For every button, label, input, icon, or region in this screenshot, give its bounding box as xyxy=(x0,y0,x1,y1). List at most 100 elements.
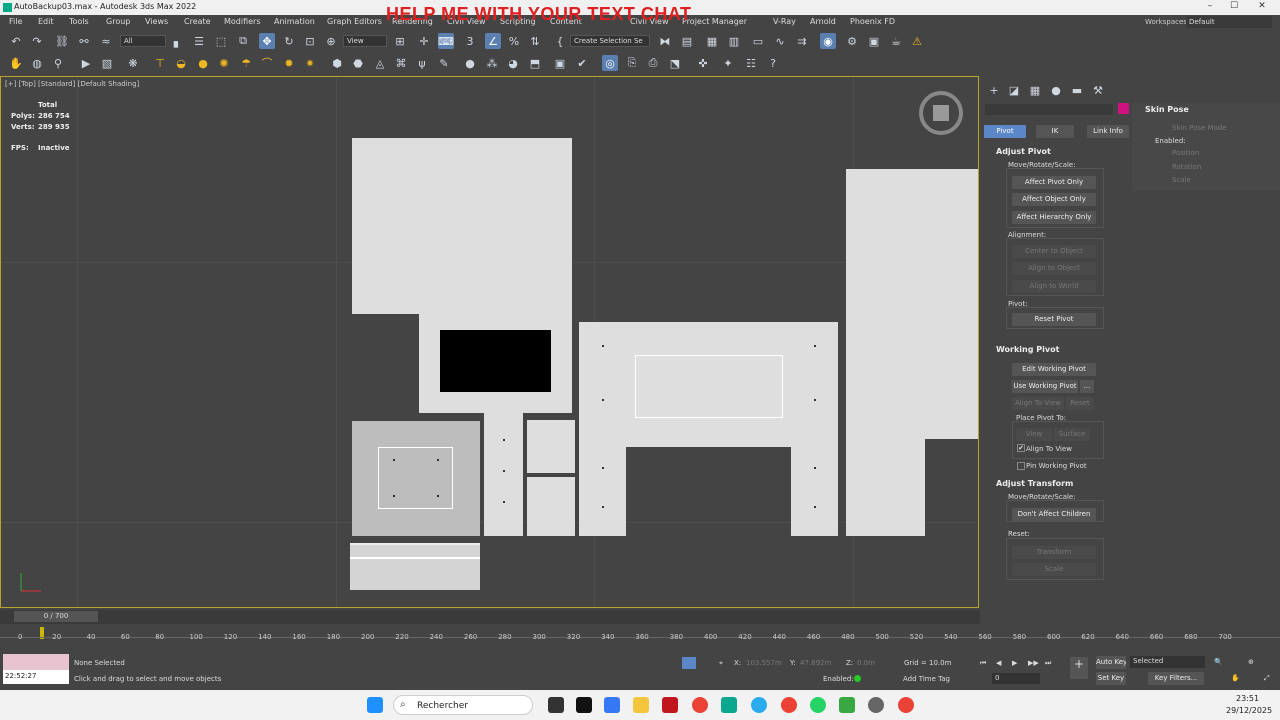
chrome-icon-3[interactable] xyxy=(898,697,914,713)
bind-space-warp-icon[interactable]: ≈ xyxy=(98,33,114,49)
viewcube[interactable] xyxy=(919,91,963,135)
menu-arnold[interactable]: Arnold xyxy=(810,17,836,26)
toggle-scene-explorer-icon[interactable]: ▦ xyxy=(704,33,720,49)
render-setup-icon[interactable]: ⚙ xyxy=(844,33,860,49)
align-to-view-checkbox[interactable]: ✔ xyxy=(1017,444,1025,452)
menu-tools[interactable]: Tools xyxy=(69,17,89,26)
ies-light-icon[interactable]: ✺ xyxy=(216,55,232,71)
window-crossing-icon[interactable]: ⧉ xyxy=(235,33,251,49)
taskbar-search[interactable]: ⌕ Rechercher xyxy=(393,695,533,715)
keyboard-shortcut-override-icon[interactable]: ⌨ xyxy=(438,33,454,49)
play-icon[interactable]: ▶ xyxy=(1012,659,1017,667)
named-selection-dropdown[interactable]: Create Selection Se xyxy=(570,35,650,47)
display-tab-icon[interactable]: ▬ xyxy=(1070,84,1084,98)
rect-selection-icon[interactable]: ⬚ xyxy=(213,33,229,49)
scene-object[interactable] xyxy=(527,477,575,536)
app-icon-2[interactable] xyxy=(839,697,855,713)
menu-file[interactable]: File xyxy=(9,17,22,26)
vray-light-icon[interactable]: ⊤ xyxy=(152,55,168,71)
menu-phoenix-fd[interactable]: Phoenix FD xyxy=(850,17,895,26)
layer-explorer-icon[interactable]: ▥ xyxy=(726,33,742,49)
scene-object[interactable] xyxy=(350,543,480,590)
menu-vray[interactable]: V-Ray xyxy=(773,17,796,26)
align-to-view-button[interactable]: Align To View xyxy=(1012,397,1064,410)
curve-editor-icon[interactable]: ∿ xyxy=(772,33,788,49)
maximize-button[interactable]: ☐ xyxy=(1224,1,1244,14)
vray-mtl-icon[interactable]: ◕ xyxy=(505,55,521,71)
menu-edit[interactable]: Edit xyxy=(38,17,54,26)
task-view-icon[interactable] xyxy=(548,697,564,713)
maximize-viewport-icon[interactable]: ⤢ xyxy=(1264,674,1270,683)
place-view-button[interactable]: View xyxy=(1016,428,1052,441)
utilities-tab-icon[interactable]: ⚒ xyxy=(1091,84,1105,98)
z-value[interactable]: 0.0m xyxy=(857,659,875,667)
object-color-swatch[interactable] xyxy=(1118,103,1129,114)
vray-bitmap-icon[interactable]: ▣ xyxy=(552,55,568,71)
menu-views[interactable]: Views xyxy=(145,17,168,26)
whatsapp-icon[interactable] xyxy=(810,697,826,713)
next-frame-icon[interactable]: ▶▶ xyxy=(1028,659,1039,667)
maxscript-time[interactable]: 22:52:27 xyxy=(3,670,69,684)
scene-object-dark[interactable] xyxy=(440,330,551,392)
vray-vfb-icon[interactable]: ◎ xyxy=(602,55,618,71)
undo-icon[interactable]: ↶ xyxy=(8,33,24,49)
scene-object-outline[interactable] xyxy=(635,355,783,418)
material-editor-icon[interactable]: ◉ xyxy=(820,33,836,49)
vray-decal-icon[interactable]: ⌘ xyxy=(393,55,409,71)
modify-tab-icon[interactable]: ◪ xyxy=(1007,84,1021,98)
vray-plane-icon[interactable]: ◬ xyxy=(372,55,388,71)
vray-scatter-icon[interactable]: ψ xyxy=(414,55,430,71)
top-viewport[interactable]: [+] [Top] [Standard] [Default Shading] T… xyxy=(0,76,979,608)
set-key-icon[interactable]: + xyxy=(1070,657,1088,679)
reset-pivot-button[interactable]: Reset Pivot xyxy=(1012,313,1096,326)
pivot-center-icon[interactable]: ⊞ xyxy=(392,33,408,49)
align-icon[interactable]: ▤ xyxy=(679,33,695,49)
scene-object[interactable] xyxy=(352,138,572,314)
reset-scale-button[interactable]: Scale xyxy=(1012,563,1096,576)
scene-object[interactable] xyxy=(484,412,523,536)
angle-snap-icon[interactable]: ∠ xyxy=(485,33,501,49)
vray-settings-icon[interactable]: ❋ xyxy=(125,55,141,71)
workspaces-dropdown[interactable]: Default xyxy=(1186,16,1272,28)
vray-sphere-icon[interactable]: ● xyxy=(462,55,478,71)
affect-pivot-only-button[interactable]: Affect Pivot Only xyxy=(1012,176,1096,189)
material-library-icon[interactable]: ⁂ xyxy=(484,55,500,71)
link-icon[interactable]: ⛓ xyxy=(54,33,70,49)
track-bar[interactable]: 0 20 40 60 80 100 120 140 160 180 200 220 240 260 280 3… xyxy=(0,624,1280,652)
clock-date[interactable]: 29/12/2025 xyxy=(1226,706,1272,715)
menu-graph-editors[interactable]: Graph Editors xyxy=(327,17,382,26)
working-pivot-reset-button[interactable]: Reset xyxy=(1066,397,1094,410)
vray-render-icon[interactable]: ▶ xyxy=(78,55,94,71)
redo-icon[interactable]: ↷ xyxy=(29,33,45,49)
render-production-icon[interactable]: ☕ xyxy=(888,33,904,49)
vray-sun-icon[interactable]: ⌒ xyxy=(259,55,275,71)
chrome-icon-2[interactable] xyxy=(781,697,797,713)
scene-object[interactable] xyxy=(846,169,978,439)
isolate-selection-icon[interactable] xyxy=(682,657,696,669)
zoom-extents-icon[interactable]: ⊕ xyxy=(1248,658,1254,666)
ik-tab[interactable]: IK xyxy=(1036,125,1074,138)
skin-pose-title[interactable]: Skin Pose xyxy=(1145,105,1189,114)
3dsmax-icon[interactable] xyxy=(721,697,737,713)
edit-named-selection-icon[interactable]: { xyxy=(552,33,568,49)
working-pivot-options-button[interactable]: ... xyxy=(1080,380,1094,393)
current-frame-field[interactable]: 0 xyxy=(992,673,1040,684)
key-selection-dropdown[interactable]: Selected xyxy=(1130,656,1205,668)
warning-icon[interactable]: ⚠ xyxy=(909,33,925,49)
vray-proxy-icon[interactable]: ⬢ xyxy=(329,55,345,71)
vray-mtl-wrapper-icon[interactable]: ⬒ xyxy=(527,55,543,71)
pan-icon[interactable]: ✋ xyxy=(1231,674,1240,682)
key-filters-button[interactable]: Key Filters... xyxy=(1148,672,1204,685)
absolute-mode-icon[interactable]: ⌖ xyxy=(719,659,723,668)
go-to-start-icon[interactable]: ⏮ xyxy=(980,659,986,668)
selection-filter-dropdown[interactable]: All xyxy=(120,35,166,47)
object-name-field[interactable] xyxy=(985,104,1113,115)
ribbon-icon[interactable]: ▭ xyxy=(750,33,766,49)
menu-create[interactable]: Create xyxy=(184,17,211,26)
vray-fur-icon[interactable]: ⬣ xyxy=(350,55,366,71)
close-button[interactable]: ✕ xyxy=(1252,1,1272,14)
auto-key-button[interactable]: Auto Key xyxy=(1096,656,1126,669)
select-manipulate-icon[interactable]: ✛ xyxy=(416,33,432,49)
teapot-icon[interactable]: ✋ xyxy=(8,55,24,71)
link-info-tab[interactable]: Link Info xyxy=(1087,125,1129,138)
